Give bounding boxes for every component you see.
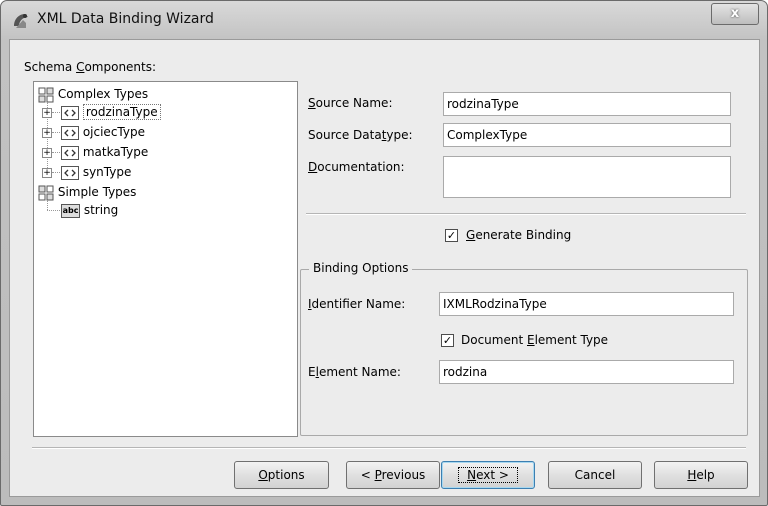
type-icon — [61, 145, 79, 160]
tree-node-complex-types[interactable]: Complex Types — [38, 85, 148, 103]
expand-icon[interactable]: + — [42, 108, 52, 118]
expand-icon[interactable]: + — [42, 128, 52, 138]
help-button[interactable]: Help — [654, 461, 748, 489]
options-button[interactable]: Options — [234, 461, 329, 489]
previous-button[interactable]: < Previous — [346, 461, 440, 489]
element-name-label: Element Name: — [308, 365, 401, 379]
abc-icon: abc — [61, 203, 80, 218]
expand-icon[interactable]: + — [42, 148, 52, 158]
app-icon — [14, 14, 28, 28]
document-element-type-label[interactable]: Document Element Type — [461, 333, 608, 347]
type-icon — [61, 125, 79, 140]
documentation-field[interactable] — [443, 156, 731, 198]
tree-node-syntype[interactable]: synType — [61, 163, 131, 181]
identifier-name-label: Identifier Name: — [308, 297, 406, 311]
source-name-field[interactable]: rodzinaType — [443, 92, 731, 116]
element-name-field[interactable]: rodzina — [439, 360, 734, 384]
document-element-type-checkbox[interactable]: ✓ — [441, 334, 454, 347]
wizard-window: XML Data Binding Wizard x Schema Compone… — [0, 0, 768, 506]
title-bar[interactable]: XML Data Binding Wizard x — [1, 1, 767, 39]
identifier-name-field[interactable]: IXMLRodzinaType — [439, 292, 734, 316]
schema-components-label: Schema Components: — [24, 60, 157, 74]
expand-icon[interactable]: + — [42, 168, 52, 178]
tree-node-matkatype[interactable]: matkaType — [61, 143, 148, 161]
type-icon — [61, 105, 79, 120]
source-datatype-label: Source Datatype: — [308, 128, 413, 142]
binding-options-title: Binding Options — [309, 261, 413, 275]
close-button[interactable]: x — [711, 3, 759, 25]
dialog-client: Schema Components: Complex Types + rodzi… — [9, 39, 760, 497]
cancel-button[interactable]: Cancel — [548, 461, 642, 489]
simple-types-icon — [38, 185, 54, 200]
schema-tree[interactable]: Complex Types + rodzinaType + ojciecType… — [33, 81, 298, 437]
separator — [306, 213, 746, 215]
documentation-label: Documentation: — [308, 160, 405, 174]
tree-node-string[interactable]: abc string — [61, 201, 118, 219]
source-datatype-field[interactable]: ComplexType — [443, 123, 731, 147]
tree-node-ojciectype[interactable]: ojciecType — [61, 123, 145, 141]
window-title: XML Data Binding Wizard — [37, 11, 214, 27]
close-icon: x — [730, 6, 740, 21]
generate-binding-label[interactable]: Generate Binding — [466, 228, 571, 242]
generate-binding-checkbox[interactable]: ✓ — [445, 229, 458, 242]
binding-options-group: Binding Options Identifier Name: IXMLRod… — [300, 261, 748, 436]
complex-types-icon — [38, 87, 54, 102]
bottom-separator — [32, 447, 746, 449]
source-name-label: Source Name: — [308, 96, 393, 110]
tree-node-rodzinatype[interactable]: rodzinaType — [61, 103, 161, 121]
tree-node-simple-types[interactable]: Simple Types — [38, 183, 136, 201]
next-button[interactable]: Next > — [441, 461, 535, 489]
type-icon — [61, 165, 79, 180]
